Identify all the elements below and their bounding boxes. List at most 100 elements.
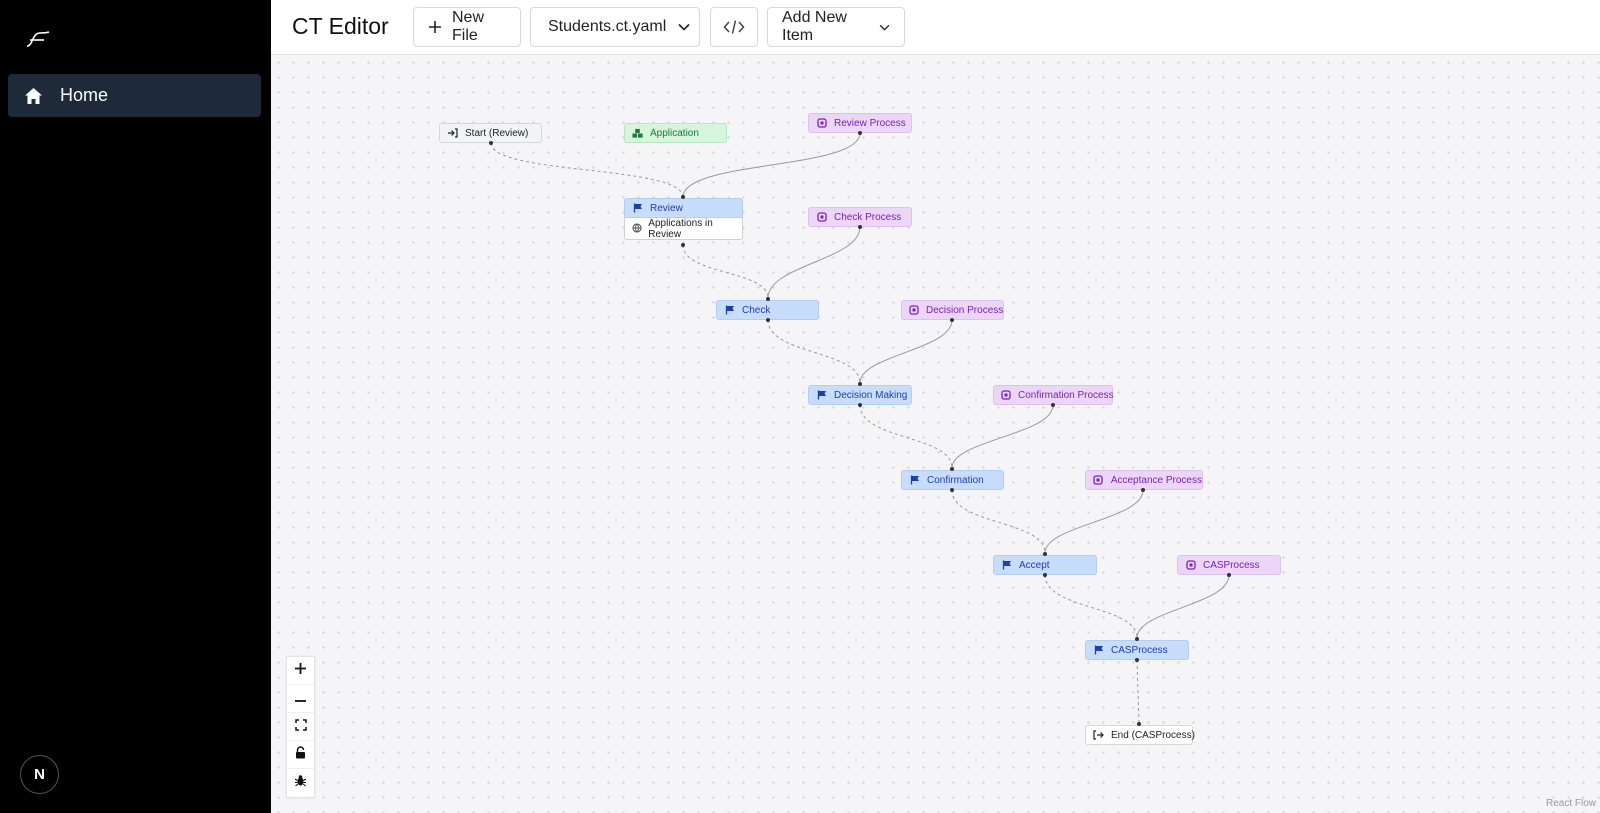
handle-dot [858, 225, 862, 229]
handle-dot [681, 243, 685, 247]
flow-node-review-data[interactable]: Applications in Review [624, 218, 743, 240]
flow-node-application[interactable]: Application [624, 123, 727, 143]
new-file-button[interactable]: New File [413, 7, 521, 47]
sidebar: Home N [0, 0, 271, 813]
new-file-label: New File [452, 9, 485, 44]
flow-node-confirmation[interactable]: Confirmation [901, 470, 1004, 490]
exit-icon [1093, 730, 1104, 741]
flow-node-label: Decision Making [834, 389, 908, 401]
handle-dot [1227, 573, 1231, 577]
flow-node-label: Confirmation Process [1018, 389, 1114, 401]
handle-dot [489, 141, 493, 145]
chip-icon [816, 118, 827, 129]
handle-dot [1135, 637, 1139, 641]
flow-node-label: Check [742, 304, 771, 316]
handle-dot [858, 403, 862, 407]
plus-icon [294, 662, 307, 680]
flow-node-review-process[interactable]: Review Process [808, 113, 912, 133]
flow-node-sublabel: Applications in Review [648, 217, 713, 240]
react-flow-attribution[interactable]: React Flow [1546, 798, 1596, 809]
minus-icon [294, 690, 307, 708]
lock-button[interactable] [287, 741, 314, 769]
flow-node-start[interactable]: Start (Review) [439, 123, 542, 143]
flow-node-label: Start (Review) [465, 127, 529, 139]
debug-button[interactable] [287, 769, 314, 797]
code-icon [723, 19, 745, 35]
enter-icon [447, 128, 458, 139]
handle-dot [950, 318, 954, 322]
avatar[interactable]: N [20, 755, 59, 794]
handle-dot [950, 488, 954, 492]
handle-dot [766, 297, 770, 301]
flow-node-label: Check Process [834, 211, 902, 223]
bug-icon [294, 774, 307, 792]
avatar-initial: N [34, 766, 45, 783]
flow-node-label: Confirmation [927, 474, 984, 486]
flag-icon [1001, 560, 1012, 571]
file-select[interactable]: Students.ct.yaml [530, 7, 700, 47]
globe-icon [632, 223, 642, 234]
flow-node-label: Accept [1019, 559, 1050, 571]
fit-view-button[interactable] [287, 713, 314, 741]
handle-dot [1051, 403, 1055, 407]
flow-node-label: End (CASProcess) [1111, 729, 1195, 741]
home-icon [24, 86, 44, 106]
flow-controls [286, 656, 315, 798]
flag-icon [724, 305, 735, 316]
chip-icon [1093, 475, 1104, 486]
flow-node-check[interactable]: Check [716, 300, 819, 320]
handle-dot [1043, 552, 1047, 556]
lock-icon [295, 745, 306, 764]
handle-dot [858, 131, 862, 135]
flow-node-confirmation-process[interactable]: Confirmation Process [993, 385, 1114, 405]
flow-node-label: Review Process [834, 117, 906, 129]
handle-dot [1135, 658, 1139, 662]
handle-dot [1137, 722, 1141, 726]
flow-node-label: Application [650, 127, 699, 139]
flag-icon [632, 203, 643, 214]
chip-icon [816, 212, 827, 223]
handle-dot [1141, 488, 1145, 492]
chip-icon [909, 305, 919, 316]
chevron-down-icon [678, 23, 690, 31]
flow-canvas[interactable] [271, 55, 1600, 813]
flag-icon [816, 390, 827, 401]
flow-node-decision-making[interactable]: Decision Making [808, 385, 912, 405]
flow-node-accept[interactable]: Accept [993, 555, 1097, 575]
page-title: CT Editor [292, 13, 389, 39]
curve-logo-icon[interactable] [24, 28, 52, 50]
code-view-button[interactable] [710, 7, 758, 47]
top-toolbar: CT Editor New File Students.ct.yaml Add … [271, 0, 1600, 55]
handle-dot [1043, 573, 1047, 577]
add-new-item-label: Add New Item [782, 9, 847, 44]
flow-node-end[interactable]: End (CASProcess) [1085, 725, 1195, 745]
flow-node-label: CASProcess [1111, 644, 1168, 656]
flow-node-label: Acceptance Process [1110, 474, 1202, 486]
file-select-value: Students.ct.yaml [548, 18, 667, 35]
chevron-down-icon [879, 24, 890, 31]
handle-dot [766, 318, 770, 322]
plus-icon [428, 20, 442, 34]
add-new-item-button[interactable]: Add New Item [767, 7, 905, 47]
flow-node-label: Decision Process [926, 304, 1004, 316]
flow-node-check-process[interactable]: Check Process [808, 207, 912, 227]
fullscreen-icon [294, 718, 307, 736]
flow-node-casprocess-process[interactable]: CASProcess [1177, 555, 1281, 575]
sidebar-item-label: Home [60, 85, 109, 105]
flow-node-review[interactable]: Review [624, 198, 743, 218]
chip-icon [1001, 390, 1011, 401]
flow-node-label: CASProcess [1203, 559, 1260, 571]
flag-icon [909, 475, 920, 486]
zoom-in-button[interactable] [287, 657, 314, 685]
flow-node-label: Review [650, 202, 683, 214]
flow-node-casprocess[interactable]: CASProcess [1085, 640, 1189, 660]
cubes-icon [632, 128, 643, 139]
flow-node-acceptance-process[interactable]: Acceptance Process [1085, 470, 1203, 490]
handle-dot [858, 382, 862, 386]
handle-dot [950, 467, 954, 471]
sidebar-item-home[interactable]: Home [8, 74, 261, 117]
flag-icon [1093, 645, 1104, 656]
zoom-out-button[interactable] [287, 685, 314, 713]
flow-node-decision-process[interactable]: Decision Process [901, 300, 1004, 320]
chip-icon [1185, 560, 1196, 571]
